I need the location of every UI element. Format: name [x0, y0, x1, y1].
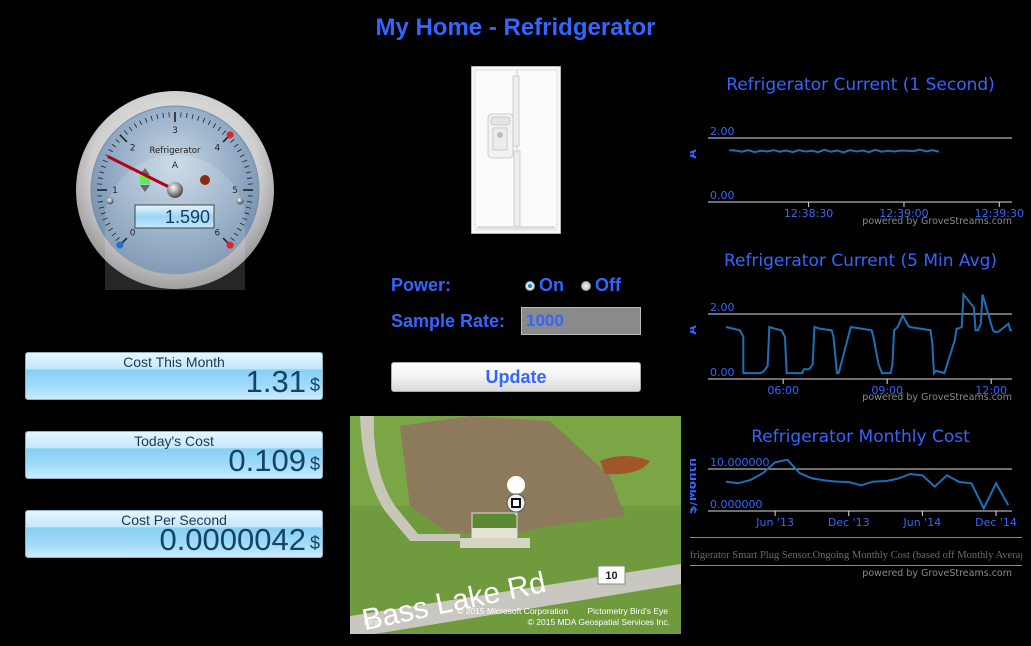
gauge-marker-icon: [116, 241, 124, 249]
todays-cost-panel: Today's Cost 0.109 $: [25, 431, 323, 479]
y-tick-label: 2.00: [710, 125, 735, 138]
gauge-tick-label: 4: [215, 144, 221, 154]
page-title: My Home - Refridgerator: [375, 14, 656, 41]
bing-logo[interactable]: bing: [364, 617, 381, 627]
sample-rate-label: Sample Rate:: [391, 311, 506, 331]
powered-by-link[interactable]: powered by GroveStreams.com: [690, 568, 1012, 579]
powered-by-link[interactable]: powered by GroveStreams.com: [690, 392, 1012, 403]
gauge-tick-label: 5: [232, 186, 238, 196]
refrigerator-image: [470, 65, 562, 235]
gauge-tick-label: 1: [112, 186, 118, 196]
gauge-tick-label: 6: [215, 228, 221, 238]
powered-by-link[interactable]: powered by GroveStreams.com: [690, 216, 1012, 227]
y-tick-label: 0.000000: [710, 498, 763, 511]
cost-this-month-panel: Cost This Month 1.31 $: [25, 352, 323, 400]
legend-divider: [690, 537, 1022, 538]
gauge-tick-label: 2: [130, 144, 136, 154]
chart-title-1s: Refrigerator Current (1 Second): [726, 75, 995, 95]
power-on-radio[interactable]: [525, 280, 535, 291]
map-copyright: © 2015 Microsoft Corporation: [457, 606, 568, 616]
power-on-label[interactable]: On: [539, 275, 564, 296]
cost-value: 1.31: [245, 364, 306, 399]
gauge-tick-label: 0: [130, 228, 136, 238]
update-button[interactable]: Update: [391, 362, 641, 392]
gauge-hub: [167, 182, 183, 198]
y-tick-label: 10.000000: [710, 456, 770, 469]
map-imagery-credit: Pictometry Bird's Eye: [587, 606, 668, 616]
gauge-unit: A: [172, 161, 179, 171]
power-off-option[interactable]: Off: [581, 275, 621, 296]
y-axis-label: A: [690, 149, 699, 159]
svg-text:10: 10: [605, 570, 617, 582]
legend-divider: [690, 565, 1022, 566]
x-tick-label: Dec '14: [975, 516, 1017, 529]
current-1s-chart: 2.000.00A12:38:3012:39:0012:39:30: [690, 125, 1024, 220]
y-axis-label: $/Month: [690, 458, 699, 514]
monthly-cost-chart: 10.000000 0.000000 $/Month Jun '13 Dec '13 Ju…: [690, 456, 1017, 529]
series-line: [729, 148, 940, 154]
aerial-map[interactable]: Bass Lake Rd 10 © 2015 Microsoft Corpora…: [350, 416, 681, 634]
series-line: [725, 458, 1010, 511]
chart-legend: frigerator Smart Plug Sensor.Ongoing Mon…: [690, 550, 1022, 561]
cost-value: 0.109: [228, 443, 306, 478]
cost-per-second-panel: Cost Per Second 0.0000042 $: [25, 510, 323, 558]
gauge-tick-label: 3: [172, 126, 178, 136]
map-copyright-mda: © 2015 MDA Geospatial Services Inc.: [528, 617, 670, 627]
power-label: Power:: [391, 275, 452, 295]
y-axis-label: A: [690, 325, 699, 335]
gauge-label: Refrigerator: [150, 146, 201, 156]
power-off-radio[interactable]: [581, 280, 591, 291]
gauge-marker-icon: [226, 131, 234, 139]
currency-symbol: $: [309, 454, 320, 474]
current-5min-chart: 2.000.00A06:0009:0012:00: [690, 291, 1012, 396]
chart-title-monthly: Refrigerator Monthly Cost: [751, 427, 970, 447]
x-tick-label: Dec '13: [828, 516, 870, 529]
series-line: [725, 291, 1012, 376]
alarm-led-icon: [200, 175, 210, 185]
x-tick-label: Jun '13: [755, 516, 794, 529]
gauge-svg: 0 1 2 3 4 5 6 Refrigerator A 1.590: [76, 91, 274, 290]
gauge-marker-icon: [226, 241, 234, 249]
y-tick-label: 0.00: [710, 366, 735, 379]
device-pin-icon[interactable]: [506, 476, 526, 516]
power-off-label[interactable]: Off: [595, 275, 621, 296]
power-on-option[interactable]: On: [525, 275, 564, 296]
y-tick-label: 2.00: [710, 301, 735, 314]
current-gauge: 0 1 2 3 4 5 6 Refrigerator A 1.590: [75, 90, 275, 290]
cost-value: 0.0000042: [159, 522, 306, 557]
currency-symbol: $: [309, 375, 320, 395]
currency-symbol: $: [309, 533, 320, 553]
sample-rate-input[interactable]: [521, 307, 641, 335]
gauge-readout: 1.590: [165, 207, 210, 227]
chart-title-5min: Refrigerator Current (5 Min Avg): [723, 251, 998, 271]
x-tick-label: Jun '14: [903, 516, 942, 529]
y-tick-label: 0.00: [710, 189, 735, 202]
